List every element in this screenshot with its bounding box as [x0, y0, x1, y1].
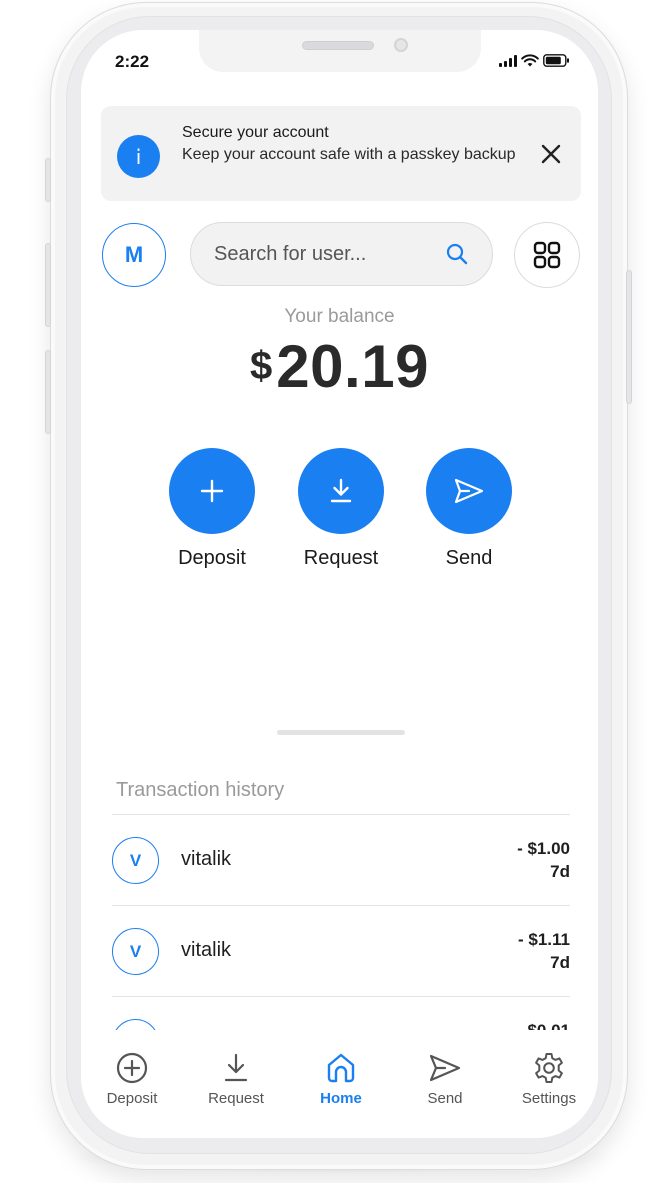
balance-currency: $	[250, 344, 273, 388]
status-icons	[499, 54, 570, 67]
banner-body: Keep your account safe with a passkey ba…	[182, 146, 516, 163]
mute-switch	[45, 158, 51, 202]
balance-label: Your balance	[284, 306, 395, 327]
cellular-signal-icon	[499, 54, 517, 67]
request-label: Request	[303, 547, 379, 569]
volume-down-button	[45, 350, 51, 434]
deposit-label: Deposit	[178, 547, 246, 569]
plus-circle-icon	[116, 1052, 148, 1084]
banner-title: Secure your account	[182, 124, 329, 141]
tab-request[interactable]: Request	[184, 1050, 288, 1107]
search-button[interactable]	[446, 243, 468, 270]
tab-send-label: Send	[427, 1090, 463, 1107]
battery-icon	[543, 54, 569, 67]
send-label: Send	[445, 547, 493, 569]
balance-value: 20.19	[276, 333, 429, 400]
wifi-icon	[521, 54, 539, 67]
tab-settings-label: Settings	[521, 1090, 577, 1107]
request-button[interactable]	[298, 448, 384, 534]
search-icon	[446, 243, 468, 265]
transaction-row[interactable]: V vitalik - $1.11 7d	[112, 906, 570, 996]
gear-icon	[535, 1053, 563, 1083]
close-icon	[541, 144, 561, 164]
status-time: 2:22	[115, 52, 150, 71]
request-action[interactable]: Request	[286, 448, 396, 570]
secure-account-banner[interactable]: i Secure your account Keep your account …	[101, 106, 581, 201]
send-icon	[429, 1054, 461, 1082]
power-button	[626, 270, 632, 404]
transaction-time: 7d	[550, 953, 570, 972]
info-icon: i	[117, 135, 160, 178]
app-screen: 2:22 i Secure your account Keep your acc…	[81, 30, 598, 1138]
volume-up-button	[45, 243, 51, 327]
home-icon	[327, 1053, 355, 1083]
grid-icon	[533, 241, 561, 269]
search-input[interactable]	[214, 242, 434, 266]
speaker-grille	[302, 41, 374, 50]
transaction-avatar: V	[112, 928, 159, 975]
deposit-button[interactable]	[169, 448, 255, 534]
download-icon	[330, 478, 352, 503]
transaction-name: vitalik	[181, 939, 232, 961]
tab-request-label: Request	[208, 1090, 264, 1107]
plus-icon	[200, 479, 224, 503]
tab-deposit-label: Deposit	[106, 1090, 158, 1107]
bottom-tab-bar: Deposit Request Home Send Settings	[81, 1030, 598, 1138]
balance-amount: $20.19	[81, 332, 598, 401]
tab-settings[interactable]: Settings	[497, 1050, 598, 1107]
sheet-drag-handle[interactable]	[277, 730, 405, 735]
apps-grid-button[interactable]	[514, 222, 580, 288]
deposit-action[interactable]: Deposit	[157, 448, 267, 570]
transaction-amount: - $1.00	[517, 839, 570, 858]
send-action[interactable]: Send	[414, 448, 524, 570]
tab-home-label: Home	[320, 1090, 362, 1107]
tab-send[interactable]: Send	[393, 1050, 497, 1107]
tab-deposit[interactable]: Deposit	[81, 1050, 184, 1107]
transaction-avatar: V	[112, 837, 159, 884]
tab-home[interactable]: Home	[289, 1050, 393, 1107]
profile-avatar-button[interactable]: M	[102, 223, 166, 287]
notch	[199, 30, 481, 72]
transaction-time: 7d	[550, 862, 570, 881]
transaction-name: vitalik	[181, 848, 232, 870]
send-icon	[454, 478, 484, 504]
front-camera	[394, 38, 408, 52]
send-button[interactable]	[426, 448, 512, 534]
search-bar[interactable]	[190, 222, 493, 286]
transaction-amount: - $1.11	[518, 930, 570, 949]
transaction-history-title: Transaction history	[116, 779, 285, 801]
download-icon	[224, 1053, 248, 1082]
transaction-row[interactable]: V vitalik - $1.00 7d	[112, 815, 570, 905]
close-banner-button[interactable]	[535, 138, 567, 170]
